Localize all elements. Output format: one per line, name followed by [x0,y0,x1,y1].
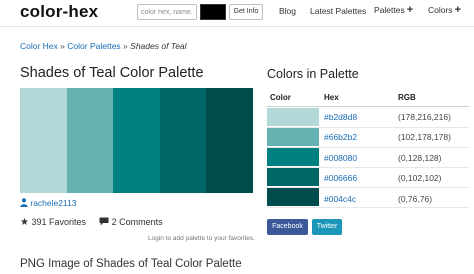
twitter-share-button[interactable]: Twitter [312,219,342,235]
plus-icon: + [454,4,461,16]
page-title: Shades of Teal Color Palette [20,65,204,81]
table-color-swatch [267,188,319,206]
comment-icon [99,217,109,226]
nav-blog[interactable]: Blog [279,6,296,16]
search-input[interactable] [137,4,197,20]
palette-swatch [20,88,67,193]
column-header-color: Color [270,93,291,102]
palette-preview [20,88,253,193]
breadcrumb-home-link[interactable]: Color Hex [20,41,58,51]
column-header-hex: Hex [324,93,339,102]
color-swatch-picker[interactable] [200,4,226,20]
hex-link[interactable]: #004c4c [324,194,356,204]
palette-stats: ★ 391 Favorites 2 Comments [20,217,163,228]
colors-section-title: Colors in Palette [267,67,359,81]
breadcrumb-separator: » [60,41,65,51]
nav-colors-dropdown[interactable]: Colors + [428,4,461,16]
rgb-value: (178,216,216) [398,112,451,122]
palette-swatch [66,88,114,193]
breadcrumb-current: Shades of Teal [130,41,187,51]
table-row-divider [267,207,469,208]
site-logo[interactable]: color-hex [20,2,98,22]
hex-link[interactable]: #b2d8d8 [324,112,357,122]
user-icon [20,198,28,207]
palette-swatch [159,88,207,193]
login-note: Login to add palette to your favorites. [148,235,255,242]
hex-link[interactable]: #006666 [324,173,357,183]
hex-link[interactable]: #66b2b2 [324,132,357,142]
rgb-value: (102,178,178) [398,132,451,142]
nav-colors-label: Colors [428,5,453,15]
column-header-rgb: RGB [398,93,416,102]
star-icon[interactable]: ★ [20,217,29,228]
png-section-title: PNG Image of Shades of Teal Color Palett… [20,258,242,270]
table-color-swatch [267,168,319,186]
get-info-button[interactable]: Get Info [229,4,263,20]
hex-link[interactable]: #008080 [324,153,357,163]
palette-swatch [113,88,160,193]
author-link[interactable]: rachele2113 [20,198,77,208]
rgb-value: (0,128,128) [398,153,442,163]
plus-icon: + [406,4,414,16]
breadcrumb-separator: » [123,41,128,51]
breadcrumb-palettes-link[interactable]: Color Palettes [67,41,120,51]
comments-count[interactable]: 2 Comments [112,217,163,227]
nav-palettes-dropdown[interactable]: Palettes + [374,4,413,16]
rgb-value: (0,102,102) [398,173,442,183]
table-color-swatch [267,148,319,166]
facebook-share-button[interactable]: Facebook [267,219,308,235]
nav-palettes-label: Palettes [374,5,405,15]
breadcrumb: Color Hex » Color Palettes » Shades of T… [20,41,187,51]
table-header-divider [267,106,469,107]
author-name: rachele2113 [30,198,77,208]
favorites-count: 391 Favorites [31,217,87,227]
nav-latest-palettes[interactable]: Latest Palettes [310,6,366,16]
table-color-swatch [267,128,319,146]
rgb-value: (0,76,76) [398,194,433,204]
palette-swatch [206,88,253,193]
table-color-swatch [267,108,319,126]
